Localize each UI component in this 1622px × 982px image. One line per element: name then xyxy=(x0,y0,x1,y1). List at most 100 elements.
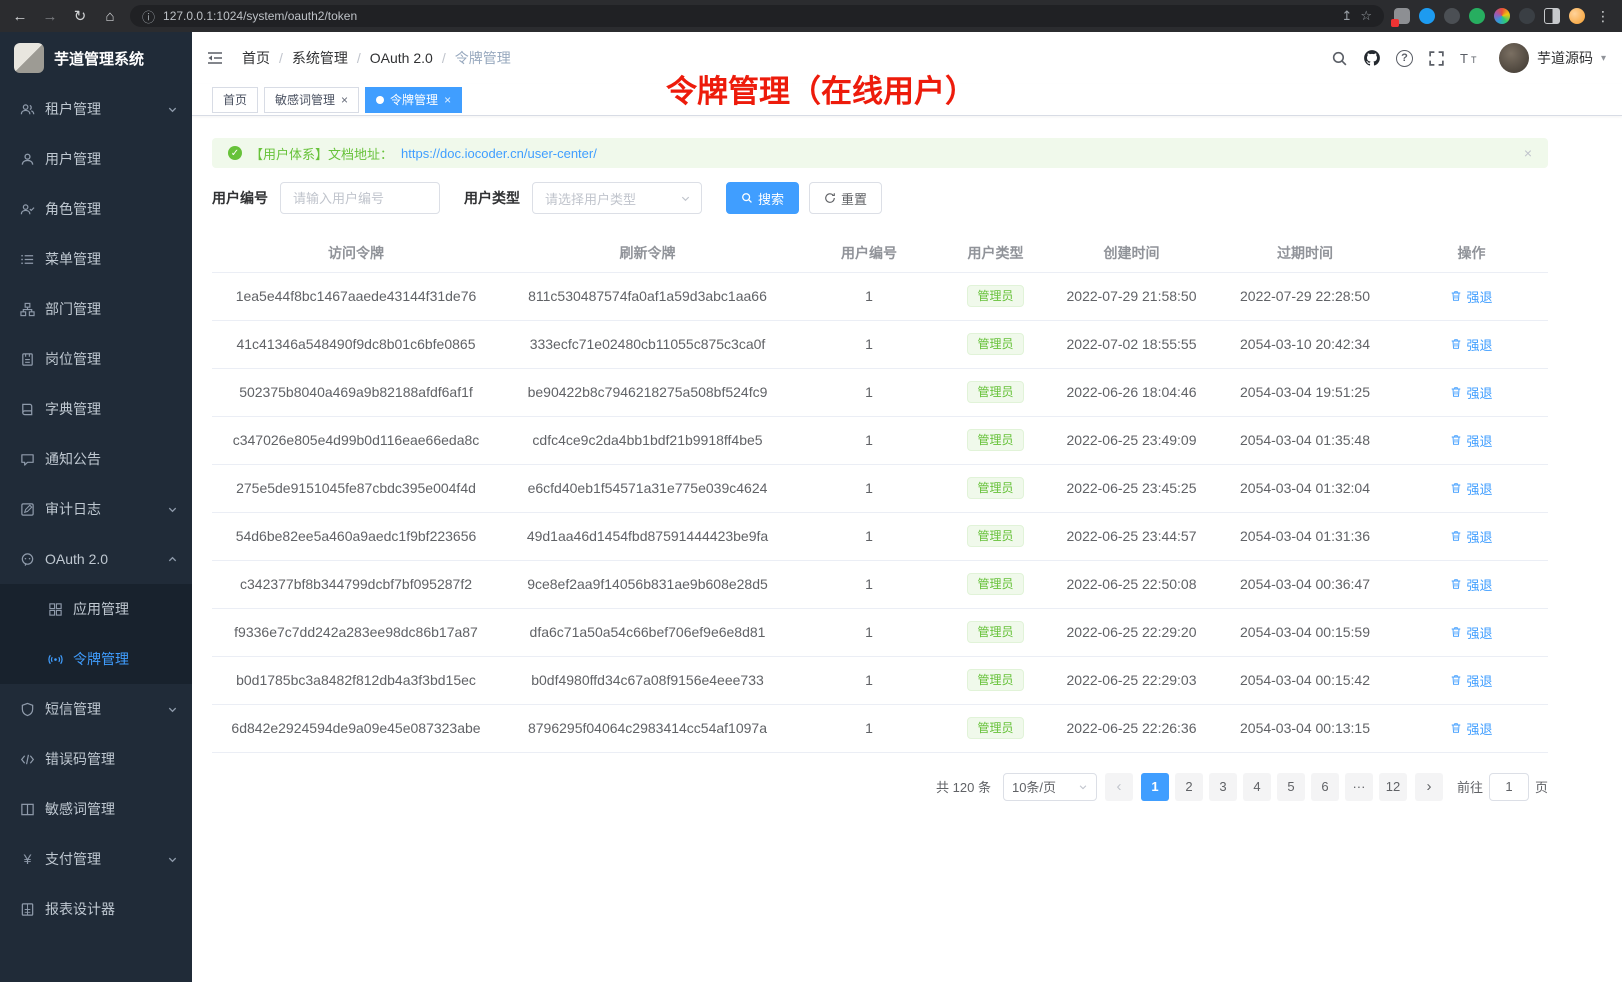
bookmark-star-icon[interactable]: ☆ xyxy=(1360,8,1372,24)
reload-icon[interactable]: ↻ xyxy=(70,9,90,24)
extension-icon[interactable] xyxy=(1419,8,1435,24)
search-button[interactable]: 搜索 xyxy=(726,182,799,214)
book-icon xyxy=(20,402,35,417)
page-button[interactable]: 5 xyxy=(1277,773,1305,801)
user-menu[interactable]: 芋道源码 ▾ xyxy=(1499,43,1606,73)
force-logout-button[interactable]: 强退 xyxy=(1450,383,1492,402)
tab[interactable]: 敏感词管理 × xyxy=(264,87,359,113)
app-logo-row[interactable]: 芋道管理系统 xyxy=(0,32,192,84)
sidebar-item-notice[interactable]: 通知公告 xyxy=(0,434,192,484)
sidebar-item-user[interactable]: 用户管理 xyxy=(0,134,192,184)
cell-refresh-token: b0df4980ffd34c67a08f9156e4eee733 xyxy=(500,656,795,704)
page-size-select[interactable]: 10条/页 xyxy=(1003,773,1097,801)
tab-label: 敏感词管理 xyxy=(275,91,335,108)
site-info-icon[interactable]: ⓘ xyxy=(142,7,155,26)
cell-expire-time: 2054-03-04 01:32:04 xyxy=(1215,464,1395,512)
page-button[interactable]: 1 xyxy=(1141,773,1169,801)
profile-avatar[interactable] xyxy=(1569,8,1585,24)
breadcrumb-item[interactable]: 系统管理 xyxy=(292,48,348,68)
force-logout-button[interactable]: 强退 xyxy=(1450,623,1492,642)
cell-user-type: 管理员 xyxy=(943,704,1048,752)
close-icon[interactable]: × xyxy=(444,94,451,106)
cell-expire-time: 2054-03-10 20:42:34 xyxy=(1215,320,1395,368)
breadcrumb-item[interactable]: OAuth 2.0 xyxy=(370,50,433,66)
sidebar-item-audit-log[interactable]: 审计日志 xyxy=(0,484,192,534)
col-user-id: 用户编号 xyxy=(795,234,943,272)
user-type-select[interactable]: 请选择用户类型 xyxy=(532,182,702,214)
search-icon[interactable] xyxy=(1331,50,1348,67)
doc-link[interactable]: https://doc.iocoder.cn/user-center/ xyxy=(401,146,597,161)
sidebar-item-label: 短信管理 xyxy=(45,699,101,719)
github-icon[interactable] xyxy=(1363,49,1381,67)
page-button[interactable]: ··· xyxy=(1345,773,1373,801)
share-icon[interactable]: ↥ xyxy=(1341,8,1352,24)
page-button[interactable]: 12 xyxy=(1379,773,1407,801)
sidebar-item-post[interactable]: 岗位管理 xyxy=(0,334,192,384)
sidebar-item-oauth-app[interactable]: 应用管理 xyxy=(0,584,192,634)
address-bar[interactable]: ⓘ 127.0.0.1:1024/system/oauth2/token ↥ ☆ xyxy=(130,5,1384,27)
cell-expire-time: 2054-03-04 01:35:48 xyxy=(1215,416,1395,464)
sidebar-item-role[interactable]: 角色管理 xyxy=(0,184,192,234)
sidebar-item-oauth[interactable]: OAuth 2.0 xyxy=(0,534,192,584)
force-logout-button[interactable]: 强退 xyxy=(1450,719,1492,738)
extension-icon[interactable] xyxy=(1444,8,1460,24)
url-text[interactable]: 127.0.0.1:1024/system/oauth2/token xyxy=(163,9,1333,23)
sidebar-item-dept[interactable]: 部门管理 xyxy=(0,284,192,334)
header-tools: ? TT 芋道源码 ▾ xyxy=(1331,43,1606,73)
help-icon[interactable]: ? xyxy=(1396,50,1413,67)
page-button[interactable]: 2 xyxy=(1175,773,1203,801)
breadcrumb-item[interactable]: 首页 xyxy=(242,48,270,68)
fullscreen-icon[interactable] xyxy=(1428,50,1445,67)
trash-icon xyxy=(1450,722,1462,734)
side-panel-icon[interactable] xyxy=(1544,8,1560,24)
sidebar-item-pay[interactable]: ¥ 支付管理 xyxy=(0,834,192,884)
sidebar-item-sensitive-word[interactable]: 敏感词管理 xyxy=(0,784,192,834)
table-row: f9336e7c7dd242a283ee98dc86b17a87 dfa6c71… xyxy=(212,608,1548,656)
extension-icon[interactable] xyxy=(1494,8,1510,24)
back-icon[interactable]: ← xyxy=(10,9,30,24)
message-icon xyxy=(20,452,35,467)
force-logout-button[interactable]: 强退 xyxy=(1450,479,1492,498)
collapse-sidebar-icon[interactable] xyxy=(206,49,224,67)
extension-icon[interactable] xyxy=(1469,8,1485,24)
sidebar-item-tenant[interactable]: 租户管理 xyxy=(0,84,192,134)
browser-menu-icon[interactable]: ⋮ xyxy=(1594,8,1612,25)
tabs-bar: 首页 × 敏感词管理 × 令牌管理 × xyxy=(192,84,1622,116)
svg-text:T: T xyxy=(1471,55,1477,65)
sidebar-item-label: 报表设计器 xyxy=(45,899,115,919)
force-logout-button[interactable]: 强退 xyxy=(1450,335,1492,354)
page-button[interactable]: 3 xyxy=(1209,773,1237,801)
user-type-badge: 管理员 xyxy=(967,573,1023,596)
page-button[interactable]: 4 xyxy=(1243,773,1271,801)
extension-icon[interactable] xyxy=(1394,8,1410,24)
reset-button[interactable]: 重置 xyxy=(809,182,882,214)
user-icon xyxy=(20,152,35,167)
cell-actions: 强退 xyxy=(1395,704,1548,752)
user-id-input[interactable] xyxy=(280,182,440,214)
close-icon[interactable]: × xyxy=(341,94,348,106)
sidebar-item-oauth-token[interactable]: 令牌管理 xyxy=(0,634,192,684)
alert-close-icon[interactable]: × xyxy=(1524,145,1532,161)
sidebar-item-menu[interactable]: 菜单管理 xyxy=(0,234,192,284)
tab[interactable]: 首页 × xyxy=(212,87,258,113)
home-icon[interactable]: ⌂ xyxy=(100,9,120,24)
sidebar-item-dict[interactable]: 字典管理 xyxy=(0,384,192,434)
forward-icon[interactable]: → xyxy=(40,9,60,24)
sidebar-item-sms[interactable]: 短信管理 xyxy=(0,684,192,734)
extension-icon[interactable] xyxy=(1519,8,1535,24)
force-logout-button[interactable]: 强退 xyxy=(1450,431,1492,450)
tab[interactable]: 令牌管理 × xyxy=(365,87,462,113)
force-logout-button[interactable]: 强退 xyxy=(1450,671,1492,690)
prev-page-button[interactable]: ‹ xyxy=(1105,773,1133,801)
user-name: 芋道源码 xyxy=(1537,48,1593,68)
goto-page-input[interactable] xyxy=(1489,773,1529,801)
cell-user-type: 管理员 xyxy=(943,368,1048,416)
next-page-button[interactable]: › xyxy=(1415,773,1443,801)
force-logout-button[interactable]: 强退 xyxy=(1450,287,1492,306)
force-logout-button[interactable]: 强退 xyxy=(1450,575,1492,594)
sidebar-item-report-designer[interactable]: 报表设计器 xyxy=(0,884,192,934)
page-button[interactable]: 6 xyxy=(1311,773,1339,801)
sidebar-item-error-code[interactable]: 错误码管理 xyxy=(0,734,192,784)
force-logout-button[interactable]: 强退 xyxy=(1450,527,1492,546)
font-size-icon[interactable]: TT xyxy=(1460,51,1480,66)
